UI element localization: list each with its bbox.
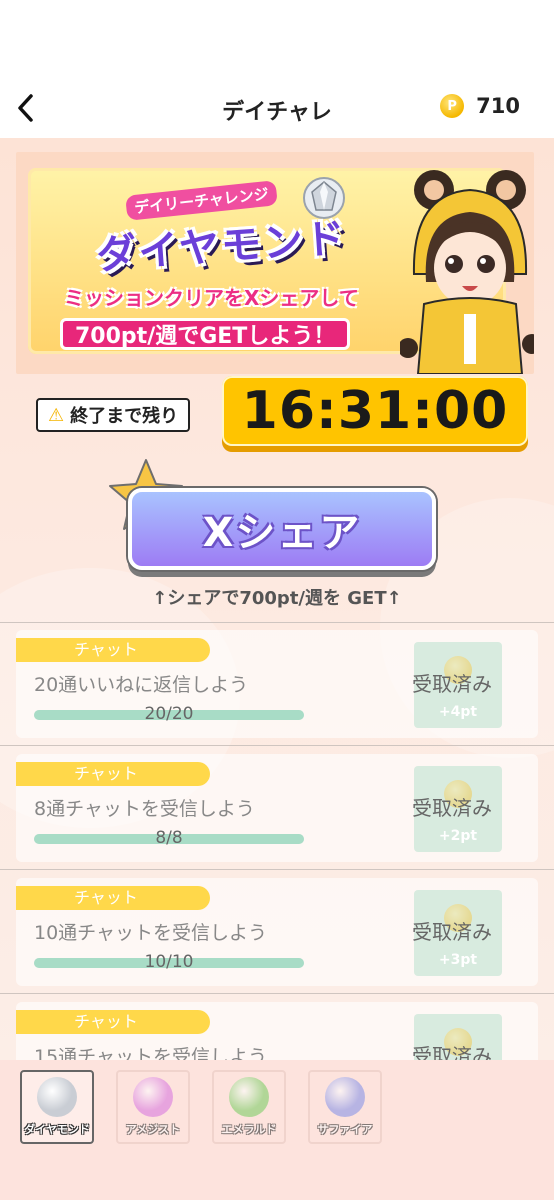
divider [0,993,554,994]
banner-reward-text: 700pt/週でGETしよう！ [60,318,351,350]
progress-text: 20/20 [144,704,194,724]
divider [0,745,554,746]
claimed-status: 受取済み [412,672,492,696]
main-content[interactable]: デイリーチャレンジ ダイヤモンド ミッションクリアをXシェアして 700pt/週… [0,138,554,1200]
divider [0,622,554,623]
tab-emerald[interactable]: エメラルド [212,1070,286,1144]
divider [0,869,554,870]
mission-title: 20通いいねに返信しよう [34,674,249,696]
timer-label-text: 終了まで残り [70,406,179,427]
banner-mission-text: ミッションクリアをXシェアして [64,286,359,310]
tab-label: エメラルド [221,1123,277,1136]
category-tag: チャット [16,1010,210,1034]
reward-points: +3pt [438,952,478,968]
claimed-status: 受取済み [412,796,492,820]
x-share-button-label: Xシェア [202,510,362,556]
diamond-icon [37,1077,77,1117]
category-tag: チャット [16,762,210,786]
claimed-status: 受取済み [412,920,492,944]
coin-balance: P 710 [440,94,520,118]
emerald-icon [229,1077,269,1117]
category-tag: チャット [16,638,210,662]
coin-icon: P [440,94,465,118]
tab-amethyst[interactable]: アメジスト [116,1070,190,1144]
tab-diamond[interactable]: ダイヤモンド [20,1070,94,1144]
mission-card: チャット 10通チャットを受信しよう 10/10 +3pt 受取済み [16,878,538,986]
progress-text: 8/8 [155,828,183,848]
tab-sapphire[interactable]: サファイア [308,1070,382,1144]
challenge-banner: デイリーチャレンジ ダイヤモンド ミッションクリアをXシェアして 700pt/週… [16,152,534,374]
progress-text: 10/10 [144,952,194,972]
coin-value: 710 [476,94,520,118]
mission-title: 8通チャットを受信しよう [34,798,255,820]
share-caption: ↑シェアで700pt/週を GET↑ [152,588,402,609]
reward-points: +4pt [438,704,478,720]
amethyst-icon [133,1077,173,1117]
sapphire-icon [325,1077,365,1117]
category-tag: チャット [16,886,210,910]
warning-icon: ⚠ [48,404,65,426]
tab-label: ダイヤモンド [24,1123,90,1136]
tab-label: アメジスト [125,1123,181,1136]
x-share-button[interactable]: Xシェア [128,488,436,570]
reward-points: +2pt [438,828,478,844]
app-header: デイチャレ P 710 [0,80,554,138]
gem-tab-bar: ダイヤモンド アメジスト エメラルド サファイア [0,1060,554,1200]
mission-card: チャット 20通いいねに返信しよう 20/20 +4pt 受取済み [16,630,538,738]
mission-title: 10通チャットを受信しよう [34,922,267,944]
character-illustration [400,170,534,374]
time-remaining-label: ⚠ 終了まで残り [36,398,191,432]
countdown-timer: 16:31:00 [222,376,528,446]
tab-label: サファイア [317,1123,373,1136]
mission-card: チャット 8通チャットを受信しよう 8/8 +2pt 受取済み [16,754,538,862]
